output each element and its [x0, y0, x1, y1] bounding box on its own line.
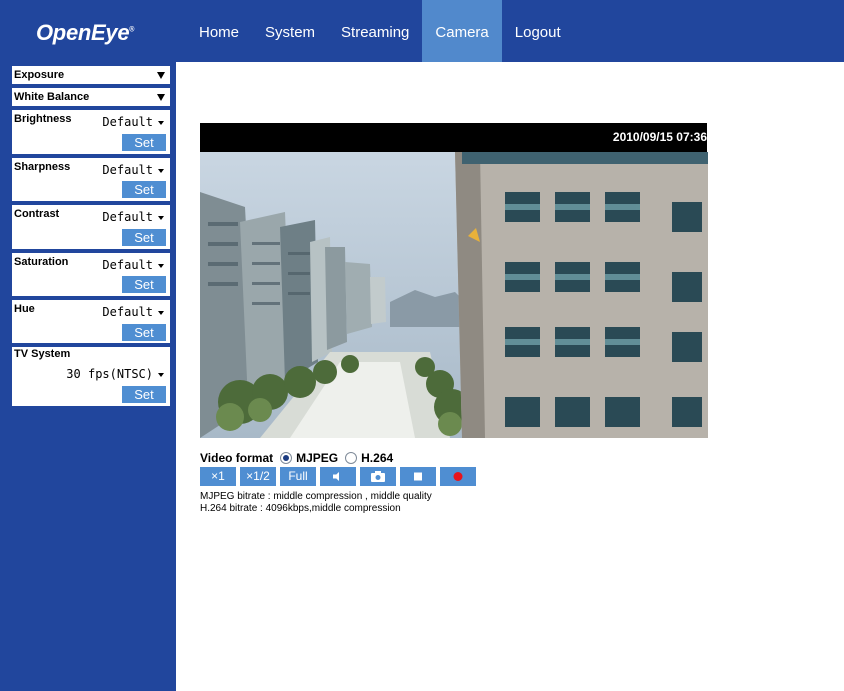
chevron-down-icon [158, 216, 164, 220]
saturation-set-button[interactable]: Set [122, 276, 166, 293]
hue-panel: Hue Default Set [12, 300, 170, 343]
tv-system-select[interactable]: 30 fps(NTSC) [66, 366, 167, 383]
video-header-bar: 2010/09/15 07:36 [200, 123, 707, 152]
speaker-icon [333, 472, 339, 481]
sharpness-select[interactable]: Default [102, 162, 167, 179]
main-nav: Home System Streaming Camera Logout [186, 0, 574, 62]
chevron-down-icon [158, 169, 164, 173]
h264-radio[interactable] [345, 452, 358, 464]
live-video-view[interactable] [200, 152, 708, 438]
saturation-panel: Saturation Default Set [12, 253, 170, 296]
video-format-row: Video format MJPEG H.264 [200, 450, 393, 466]
saturation-select[interactable]: Default [102, 257, 167, 274]
nav-camera[interactable]: Camera [422, 0, 502, 62]
sharpness-label: Sharpness [14, 161, 71, 173]
mjpeg-radio[interactable] [280, 452, 293, 464]
triangle-down-icon [157, 72, 165, 79]
brightness-set-button[interactable]: Set [122, 134, 166, 151]
video-controls: ×1 ×1/2 Full [200, 467, 476, 486]
record-icon [453, 472, 463, 481]
chevron-down-icon [158, 264, 164, 268]
audio-button[interactable] [320, 467, 356, 486]
record-button[interactable] [440, 467, 476, 486]
h264-radio-label: H.264 [361, 451, 394, 465]
sharpness-panel: Sharpness Default Set [12, 158, 170, 201]
sharpness-set-button[interactable]: Set [122, 181, 166, 198]
contrast-label: Contrast [14, 208, 60, 220]
zoom-half-button[interactable]: ×1/2 [240, 467, 276, 486]
h264-bitrate-info: H.264 bitrate : 4096kbps,middle compress… [200, 503, 401, 514]
nav-logout[interactable]: Logout [502, 0, 574, 62]
camera-scene-image [200, 152, 708, 438]
nav-system[interactable]: System [252, 0, 328, 62]
tv-system-label: TV System [14, 348, 71, 360]
mjpeg-bitrate-info: MJPEG bitrate : middle compression , mid… [200, 491, 432, 502]
contrast-panel: Contrast Default Set [12, 205, 170, 249]
camera-settings-sidebar: Exposure White Balance Brightness Defaul… [0, 62, 176, 691]
nav-streaming[interactable]: Streaming [328, 0, 422, 62]
openeye-logo: OpenEye® [36, 20, 135, 45]
chevron-down-icon [158, 311, 164, 315]
zoom-1x-button[interactable]: ×1 [200, 467, 236, 486]
hue-label: Hue [14, 303, 35, 315]
exposure-label: Exposure [14, 69, 65, 81]
brightness-panel: Brightness Default Set [12, 110, 170, 154]
tv-system-set-button[interactable]: Set [122, 386, 166, 403]
top-navigation-bar: OpenEye® Home System Streaming Camera Lo… [0, 0, 844, 62]
contrast-set-button[interactable]: Set [122, 229, 166, 246]
stop-button[interactable] [400, 467, 436, 486]
hue-set-button[interactable]: Set [122, 324, 166, 341]
hue-select[interactable]: Default [102, 304, 167, 321]
contrast-select[interactable]: Default [102, 209, 167, 226]
triangle-down-icon [157, 94, 165, 101]
white-balance-label: White Balance [14, 91, 90, 103]
video-timestamp: 2010/09/15 07:36 [612, 130, 707, 144]
brightness-label: Brightness [14, 113, 72, 125]
saturation-label: Saturation [14, 256, 69, 268]
chevron-down-icon [158, 373, 164, 377]
camera-icon [371, 471, 385, 482]
stop-icon [414, 472, 422, 481]
tv-system-panel: TV System 30 fps(NTSC) Set [12, 347, 170, 406]
brightness-select[interactable]: Default [102, 114, 167, 131]
white-balance-dropdown[interactable]: White Balance [12, 88, 170, 106]
fullscreen-button[interactable]: Full [280, 467, 316, 486]
chevron-down-icon [158, 121, 164, 125]
mjpeg-radio-label: MJPEG [296, 451, 339, 465]
nav-home[interactable]: Home [186, 0, 252, 62]
snapshot-button[interactable] [360, 467, 396, 486]
video-format-label: Video format [200, 451, 274, 465]
exposure-dropdown[interactable]: Exposure [12, 66, 170, 84]
